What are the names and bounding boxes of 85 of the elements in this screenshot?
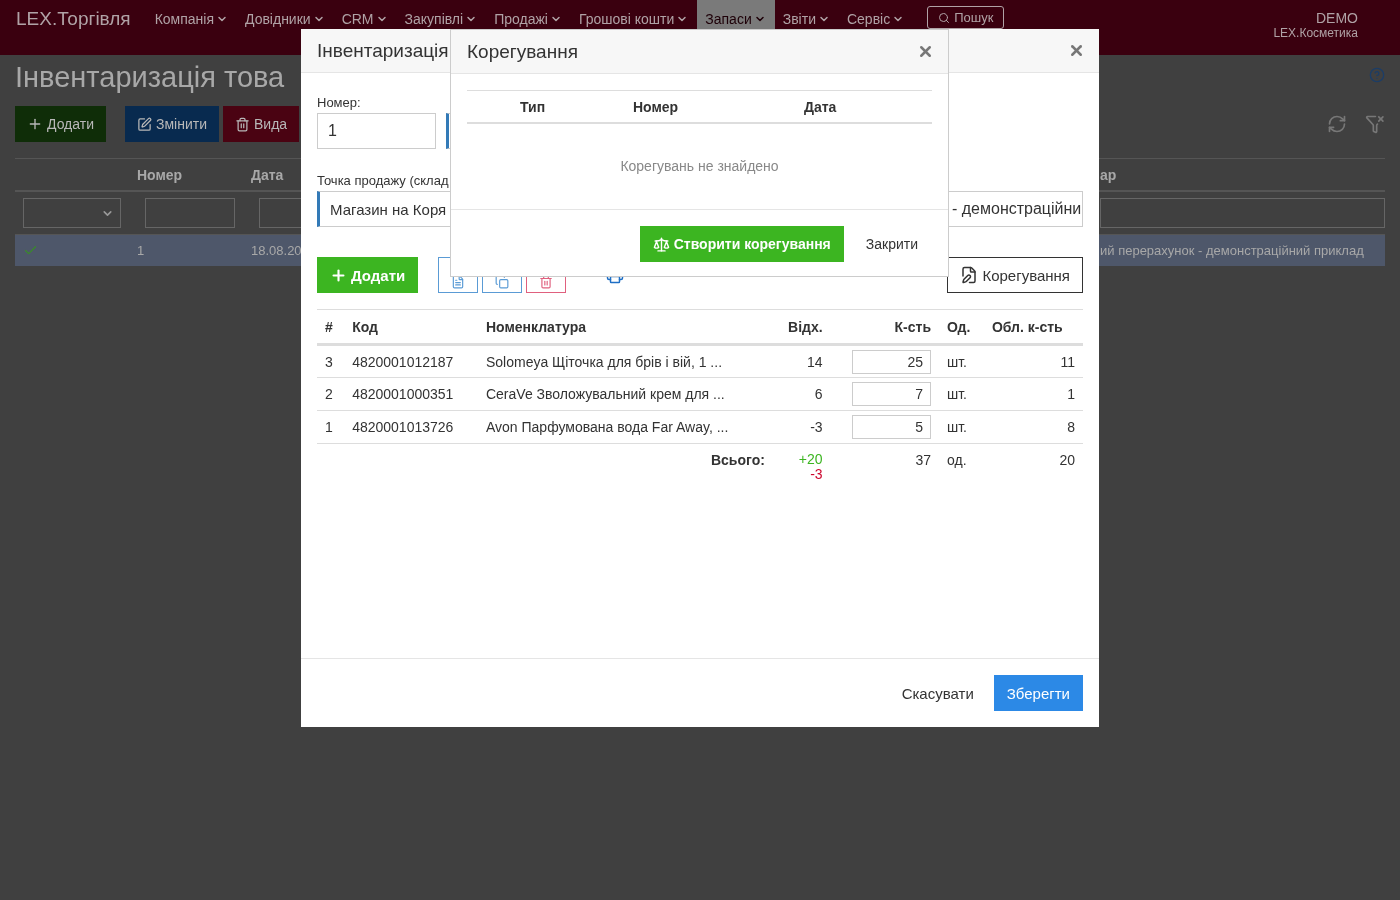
quantity-field[interactable]: 5 [852, 415, 931, 439]
cancel-button[interactable]: Скасувати [887, 675, 988, 711]
shortage-value: -3 [809, 467, 823, 482]
table-cell: 6 [772, 377, 831, 411]
table-cell: 11 [983, 344, 1083, 378]
column-header: Номер [137, 159, 251, 192]
table-cell: 1 [317, 410, 345, 444]
brand-logo[interactable]: LEX.Торгівля [16, 8, 131, 30]
table-cell: шт. [939, 377, 984, 411]
toolbar-button[interactable]: Змінити [125, 106, 219, 142]
total-quantity: 37 [915, 452, 931, 468]
company-name: LEX.Косметика [1273, 26, 1358, 40]
table-cell: 2 [317, 377, 345, 411]
column-header: Тип [467, 91, 597, 124]
quantity-field[interactable]: 25 [852, 349, 931, 374]
column-header: Номер [597, 91, 767, 124]
filter-select[interactable] [23, 198, 121, 228]
surplus-value: +20 [797, 452, 823, 467]
field-label: Номер: [317, 95, 362, 110]
total-unit: од. [947, 452, 967, 468]
total-label: Всього: [710, 452, 765, 468]
nav-menu-item[interactable]: CRM [333, 0, 397, 29]
close-icon [917, 43, 934, 60]
close-icon [1068, 42, 1085, 59]
table-cell: 1 [983, 377, 1083, 411]
column-header: Код [344, 309, 478, 345]
nav-menu-item[interactable]: Закупівлі [396, 0, 487, 29]
nav-menu-item[interactable]: Сервіс [838, 0, 914, 29]
plus-icon [330, 266, 347, 284]
empty-message: Корегувань не знайдено [620, 158, 779, 174]
document-icon [451, 275, 466, 289]
page-title: Інвентаризація това [15, 61, 285, 94]
table-cell: шт. [939, 344, 984, 378]
nav-menu-item[interactable]: Грошові кошти [570, 0, 698, 29]
nav-menu-item[interactable]: Продажі [486, 0, 571, 29]
table-cell: CeraVe Зволожувальний крем для ... [477, 377, 773, 411]
column-header: ар [1100, 159, 1385, 192]
save-button[interactable]: Зберегти [993, 675, 1083, 711]
table-cell: 4820001013726 [344, 410, 478, 444]
column-header: Номенклатура [477, 309, 773, 345]
dialog-title: Корегування [467, 40, 578, 63]
table-cell: 18.08.20 [251, 243, 302, 258]
quantity-field[interactable]: 7 [852, 382, 931, 406]
field-label: Точка продажу (склад [317, 173, 450, 188]
table-cell: Solomeya Щіточка для брів і вій, 1 ... [477, 344, 773, 378]
document-pen-icon [960, 266, 979, 284]
trash-icon [235, 116, 250, 132]
dialog-title: Інвентаризація [317, 39, 449, 62]
table-cell: 14 [772, 344, 831, 378]
refresh-icon[interactable] [1327, 114, 1347, 134]
scales-icon [652, 235, 670, 253]
column-header: Од. [939, 309, 984, 345]
nav-menu-item[interactable]: Довідники [237, 0, 334, 29]
filter-field[interactable] [1100, 198, 1385, 228]
toolbar-button[interactable]: Додати [15, 106, 106, 142]
table-cell: Avon Парфумована вода Far Away, ... [477, 410, 773, 444]
table-cell: -3 [772, 410, 831, 444]
user-name[interactable]: DEMO [1316, 10, 1358, 26]
number-field[interactable]: 1 [317, 113, 436, 149]
nav-menu-item[interactable]: Компанія [146, 0, 237, 29]
nav-menu-item[interactable]: Звіти [774, 0, 839, 29]
column-header: Дата [767, 91, 932, 124]
column-header: Обл. к-сть [983, 309, 1083, 345]
table-cell: 8 [983, 410, 1083, 444]
table-cell: 1 [137, 243, 145, 258]
filter-field[interactable] [145, 198, 235, 228]
close-button[interactable] [1068, 42, 1085, 59]
nav-menu-item[interactable]: Запаси [697, 0, 775, 29]
table-cell: 4820001012187 [344, 344, 478, 378]
total-book-quantity: 20 [1059, 452, 1075, 468]
column-header: К-сть [830, 309, 939, 345]
table-cell: ий перерахунок - демонстраційний приклад [1100, 243, 1364, 258]
table-cell: шт. [939, 410, 984, 444]
edit-icon [137, 116, 152, 132]
close-button[interactable] [917, 43, 934, 60]
close-button[interactable]: Закрити [851, 226, 932, 262]
table-cell: 3 [317, 344, 345, 378]
table-cell: 4820001000351 [344, 377, 478, 411]
search-icon [938, 11, 951, 24]
column-header: Відх. [772, 309, 831, 345]
plus-icon [27, 116, 43, 132]
column-header: # [317, 309, 345, 345]
corrections-button[interactable]: Корегування [947, 257, 1083, 293]
filter-clear-icon[interactable] [1365, 114, 1385, 134]
toolbar-button[interactable]: Вида [223, 106, 300, 142]
